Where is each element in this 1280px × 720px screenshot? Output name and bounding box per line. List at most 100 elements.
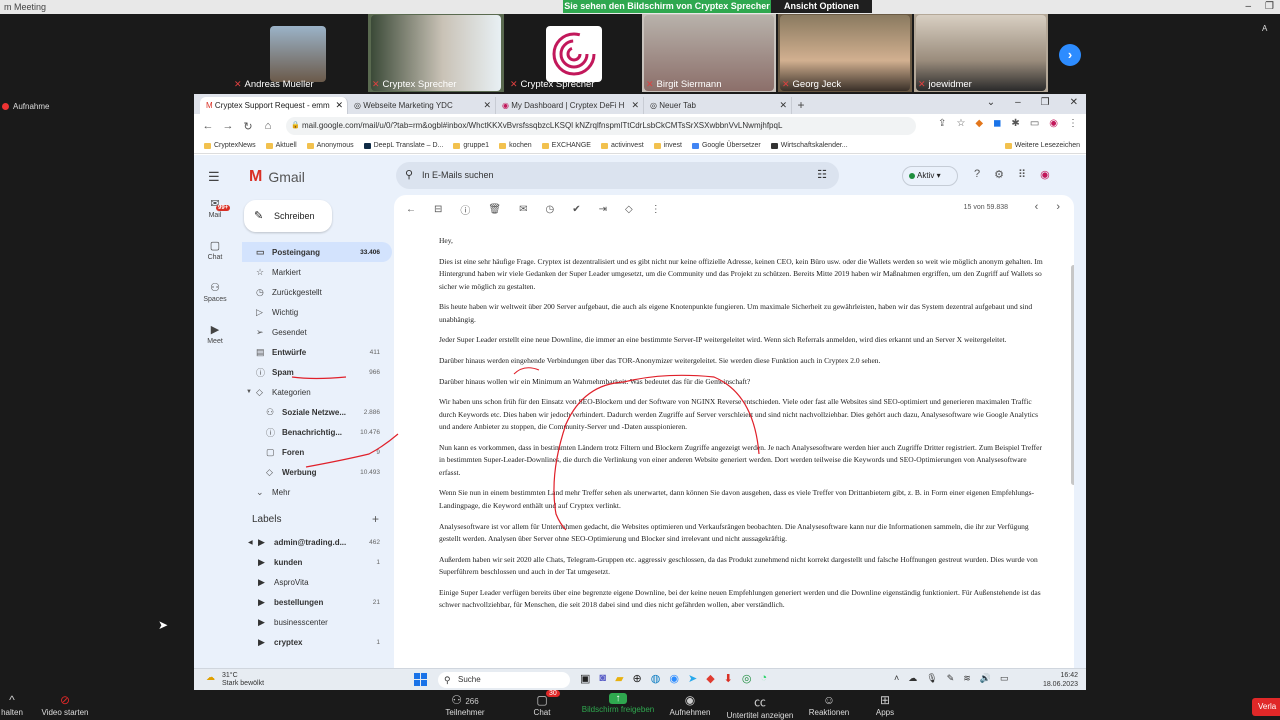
rail-chat[interactable]: ▢ Chat (194, 239, 236, 279)
nav-sent[interactable]: ➢ Gesendet (242, 322, 392, 342)
nav-drafts[interactable]: ▤ Entwürfe 411 (242, 342, 392, 362)
tab-webseite[interactable]: ◎ Webseite Marketing YDC ✕ (348, 97, 496, 114)
apps-button[interactable]: ⊞ Apps (845, 693, 925, 717)
search-options-icon[interactable]: ☷ (817, 162, 827, 189)
nav-spam[interactable]: ⓘ Spam 966 (242, 362, 392, 382)
anydesk-icon[interactable]: ◆ (706, 672, 714, 685)
main-menu-icon[interactable]: ☰ (208, 169, 220, 185)
bookmark-item[interactable]: invest (653, 142, 682, 149)
nav-more[interactable]: ⌄ Mehr (242, 482, 392, 502)
whatsapp-icon[interactable]: ◔ (760, 672, 767, 685)
nav-social[interactable]: ⚇ Soziale Netzwe... 2.886 (242, 402, 392, 422)
weather-widget[interactable]: ☁ 31°C Stark bewölkt (206, 672, 264, 688)
mark-unread-icon[interactable]: ✉ (519, 204, 527, 215)
participant-tile[interactable]: ✕ Cryptex Sprecher (506, 14, 642, 92)
status-selector[interactable]: Aktiv ▾ (902, 166, 958, 186)
tab-dashboard[interactable]: ◉ My Dashboard | Cryptex DeFi H ✕ (496, 97, 644, 114)
zoom-icon[interactable]: ◉ (669, 672, 679, 685)
archive-icon[interactable]: ⊟ (434, 204, 442, 215)
share-icon[interactable]: ⇪ (938, 118, 946, 129)
telegram-icon[interactable]: ➤ (688, 672, 697, 685)
chrome-icon[interactable]: ◎ (742, 672, 752, 685)
taskbar-search[interactable]: ⚲ Suche (438, 672, 570, 688)
bookmark-item[interactable]: Wirtschaftskalender... (770, 142, 848, 149)
edge-icon[interactable]: ◍ (651, 672, 661, 685)
participant-tile[interactable]: ✕ Birgit Siermann (642, 14, 776, 92)
pen-icon[interactable]: ✎ (947, 673, 955, 684)
newer-icon[interactable]: ‹ (1035, 201, 1039, 213)
close-tab-icon[interactable]: ✕ (335, 100, 343, 111)
other-bookmarks[interactable]: Weitere Lesezeichen (1004, 142, 1080, 149)
compose-button[interactable]: ✎ Schreiben (244, 200, 332, 232)
close-tab-icon[interactable]: ✕ (779, 100, 787, 111)
maximize-icon[interactable]: ❐ (1041, 97, 1050, 108)
forward-icon[interactable]: → (218, 120, 238, 132)
rail-mail[interactable]: ✉ Mail (194, 197, 236, 237)
new-tab-button[interactable]: + (792, 98, 810, 114)
menu-icon[interactable]: ⋮ (1068, 118, 1078, 129)
label-item[interactable]: ▶ kunden 1 (242, 552, 392, 572)
file-explorer-icon[interactable]: ▰ (615, 672, 623, 685)
tab-new[interactable]: ◎ Neuer Tab ✕ (644, 97, 792, 114)
participant-tile[interactable]: ✕ Georg Jeck (778, 14, 912, 92)
bookmark-item[interactable]: kochen (499, 142, 532, 149)
address-bar[interactable]: 🔒 mail.google.com/mail/u/0/?tab=rm&ogbl#i… (286, 117, 916, 135)
tab-gmail[interactable]: M Cryptex Support Request - emm ✕ (200, 97, 348, 114)
nav-important[interactable]: ▷ Wichtig (242, 302, 392, 322)
nav-inbox[interactable]: ▭ Posteingang 33.406 (242, 242, 392, 262)
sidepanel-icon[interactable]: ▭ (1030, 118, 1039, 129)
back-arrow-icon[interactable]: ← (406, 204, 416, 215)
settings-gear-icon[interactable]: ⚙ (994, 168, 1004, 181)
battery-icon[interactable]: ▭ (1000, 673, 1009, 684)
minimize-icon[interactable]: – (1245, 0, 1251, 14)
apps-grid-icon[interactable]: ⠿ (1018, 168, 1026, 181)
reload-icon[interactable]: ↻ (238, 120, 258, 133)
extension-icon[interactable]: ◼ (993, 118, 1001, 129)
report-spam-icon[interactable]: ⓘ (460, 202, 470, 217)
nav-snoozed[interactable]: ◷ Zurückgestellt (242, 282, 392, 302)
taskbar-clock[interactable]: 16:42 18.06.2023 (1043, 671, 1078, 689)
close-tab-icon[interactable]: ✕ (631, 100, 639, 111)
download-icon[interactable]: ⬇ (724, 672, 733, 685)
participant-tile[interactable]: ✕ Andreas Mueller (230, 14, 366, 92)
nav-starred[interactable]: ☆ Markiert (242, 262, 392, 282)
leave-button[interactable]: Verla (1252, 698, 1280, 716)
close-window-icon[interactable]: ✕ (1070, 97, 1078, 108)
back-icon[interactable]: ← (198, 120, 218, 132)
tray-chevron-icon[interactable]: ˄ (894, 673, 899, 684)
bookmark-item[interactable]: Anonymous (306, 142, 354, 149)
windows-start-icon[interactable] (414, 673, 427, 686)
scrollbar[interactable] (1071, 265, 1074, 485)
next-participants-button[interactable]: › (1059, 44, 1081, 66)
metamask-icon[interactable]: ◆ (975, 118, 983, 129)
older-icon[interactable]: › (1056, 201, 1060, 213)
help-icon[interactable]: ? (974, 168, 980, 181)
bookmark-item[interactable]: gruppe1 (453, 142, 489, 149)
restore-icon[interactable]: ❐ (1265, 0, 1274, 14)
label-item[interactable]: ▶ AsproVita (242, 572, 392, 592)
app-icon[interactable]: ⊕ (633, 672, 642, 685)
cloud-icon[interactable]: ☁ (908, 673, 917, 684)
bookmark-item[interactable]: EXCHANGE (541, 142, 591, 149)
bookmark-item[interactable]: activinvest (600, 142, 644, 149)
rail-meet[interactable]: ▶ Meet (194, 323, 236, 363)
minimize-icon[interactable]: – (1015, 97, 1021, 108)
nav-updates[interactable]: ⓘ Benachrichtig... 10.476 (242, 422, 392, 442)
wifi-icon[interactable]: ≋ (963, 673, 971, 684)
close-tab-icon[interactable]: ✕ (483, 100, 491, 111)
move-to-icon[interactable]: ⇥ (599, 204, 607, 215)
snooze-icon[interactable]: ◷ (545, 204, 554, 215)
nav-categories[interactable]: ▼ ◇ Kategorien (242, 382, 392, 402)
label-icon[interactable]: ◇ (625, 204, 633, 215)
video-button[interactable]: ⊘ Video starten (25, 693, 105, 717)
nav-forums[interactable]: ▢ Foren 9 (242, 442, 392, 462)
bookmark-item[interactable]: CryptexNews (204, 142, 256, 149)
view-options-button[interactable]: Ansicht Optionen (771, 0, 872, 13)
taskview-icon[interactable]: ▣ (580, 672, 590, 685)
delete-icon[interactable]: 🗑 (488, 204, 501, 215)
bookmark-item[interactable]: DeepL Translate – D... (363, 142, 443, 149)
search-input[interactable]: ⚲ In E-Mails suchen ☷ (396, 162, 839, 189)
bookmark-item[interactable]: Google Übersetzer (691, 142, 761, 149)
label-item[interactable]: ▶ businesscenter (242, 612, 392, 632)
label-item[interactable]: ▶ bestellungen 21 (242, 592, 392, 612)
